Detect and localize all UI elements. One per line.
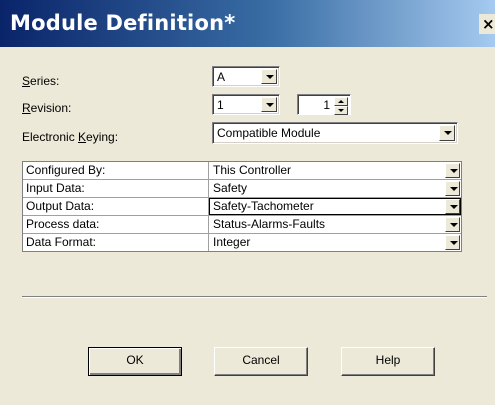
process-data-dropdown[interactable]: Status-Alarms-Faults bbox=[209, 216, 461, 233]
chevron-down-icon[interactable] bbox=[439, 125, 455, 141]
spin-down-icon[interactable] bbox=[334, 106, 348, 115]
cancel-button[interactable]: Cancel bbox=[214, 347, 308, 376]
close-button[interactable]: × bbox=[479, 14, 495, 34]
grid-row-label: Output Data: bbox=[23, 198, 209, 215]
chevron-down-icon[interactable] bbox=[445, 181, 460, 196]
grid-row-input-data: Input Data: Safety bbox=[23, 180, 461, 198]
grid-row-output-data: Output Data: Safety-Tachometer bbox=[23, 198, 461, 216]
revision-major-value: 1 bbox=[217, 98, 224, 112]
title-bar: Module Definition* × bbox=[0, 0, 495, 47]
data-format-dropdown[interactable]: Integer bbox=[209, 234, 461, 251]
grid-row-label: Input Data: bbox=[23, 180, 209, 197]
series-dropdown[interactable]: A bbox=[212, 66, 280, 87]
chevron-down-icon[interactable] bbox=[445, 217, 460, 232]
series-label: Series: bbox=[22, 74, 60, 88]
window-title: Module Definition* bbox=[10, 11, 236, 35]
chevron-down-icon[interactable] bbox=[261, 69, 277, 84]
grid-row-label: Configured By: bbox=[23, 162, 209, 179]
keying-dropdown[interactable]: Compatible Module bbox=[212, 122, 458, 144]
series-value: A bbox=[217, 70, 226, 84]
grid-row-data-format: Data Format: Integer bbox=[23, 234, 461, 251]
grid-row-configured-by: Configured By: This Controller bbox=[23, 162, 461, 180]
revision-label: Revision: bbox=[22, 101, 72, 115]
separator-line bbox=[22, 296, 487, 298]
chevron-down-icon[interactable] bbox=[445, 235, 460, 250]
chevron-down-icon[interactable] bbox=[261, 97, 277, 112]
help-button[interactable]: Help bbox=[341, 347, 435, 376]
properties-grid: Configured By: This Controller Input Dat… bbox=[22, 161, 462, 252]
grid-row-process-data: Process data: Status-Alarms-Faults bbox=[23, 216, 461, 234]
revision-minor-value: 1 bbox=[323, 98, 330, 112]
ok-button[interactable]: OK bbox=[88, 347, 182, 376]
chevron-down-icon[interactable] bbox=[445, 199, 460, 214]
keying-value: Compatible Module bbox=[217, 126, 321, 140]
grid-row-label: Process data: bbox=[23, 216, 209, 233]
chevron-down-icon[interactable] bbox=[445, 163, 460, 178]
input-data-dropdown[interactable]: Safety bbox=[209, 180, 461, 197]
revision-minor-spinner[interactable]: 1 bbox=[297, 94, 351, 115]
grid-row-label: Data Format: bbox=[23, 234, 209, 251]
configured-by-dropdown[interactable]: This Controller bbox=[209, 162, 461, 179]
revision-major-dropdown[interactable]: 1 bbox=[212, 94, 280, 115]
keying-label: Electronic Keying: bbox=[22, 130, 119, 144]
output-data-dropdown[interactable]: Safety-Tachometer bbox=[209, 198, 461, 215]
spin-up-icon[interactable] bbox=[334, 97, 348, 106]
